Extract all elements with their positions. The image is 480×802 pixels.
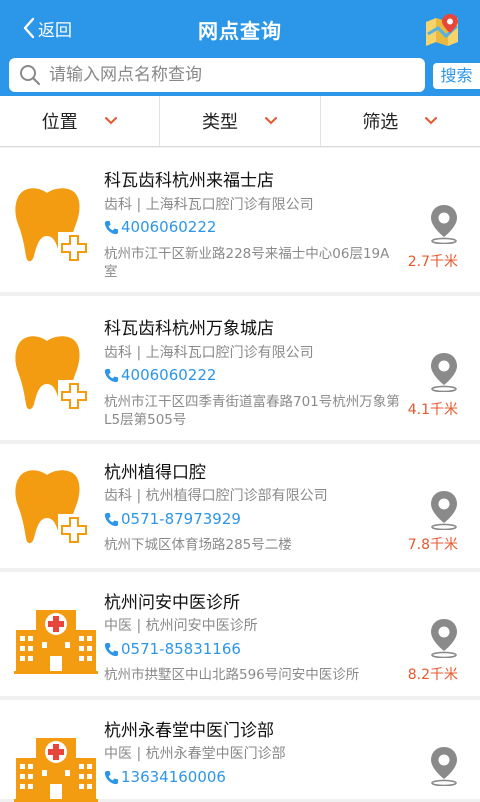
- result-phone[interactable]: 4006060222: [104, 218, 216, 236]
- search-box[interactable]: [9, 58, 425, 92]
- result-name: 科瓦齿科杭州来福士店: [104, 171, 274, 191]
- result-category: 中医 | 杭州问安中医诊所: [104, 618, 258, 634]
- tooth-icon: [14, 186, 90, 268]
- phone-number: 13634160006: [121, 768, 226, 786]
- result-category: 齿科 | 杭州植得口腔门诊部有限公司: [104, 488, 328, 504]
- location-pin-icon[interactable]: [429, 490, 459, 530]
- result-distance: 7.8千米: [407, 537, 458, 553]
- location-pin-icon[interactable]: [429, 746, 459, 786]
- result-phone[interactable]: 0571-85831166: [104, 640, 241, 658]
- result-address: 杭州市拱墅区中山北路596号问安中医诊所: [104, 667, 360, 683]
- top-bar: 返回 网点查询: [0, 0, 480, 56]
- result-item[interactable]: 杭州问安中医诊所 中医 | 杭州问安中医诊所 0571-85831166 杭州市…: [0, 572, 480, 696]
- result-phone[interactable]: 0571-87973929: [104, 510, 241, 528]
- filter-label: 类型: [201, 112, 238, 133]
- result-category: 中医 | 杭州永春堂中医门诊部: [104, 746, 286, 762]
- result-category: 齿科 | 上海科瓦口腔门诊有限公司: [104, 197, 314, 213]
- filter-bar: 位置 类型 筛选: [0, 96, 480, 147]
- phone-number: 0571-87973929: [121, 510, 241, 528]
- result-distance: 8.2千米: [407, 667, 458, 683]
- map-icon[interactable]: [424, 12, 460, 48]
- result-item[interactable]: 科瓦齿科杭州万象城店 齿科 | 上海科瓦口腔门诊有限公司 4006060222 …: [0, 296, 480, 440]
- filter-location[interactable]: 位置: [0, 96, 161, 146]
- chevron-down-icon: [104, 117, 117, 125]
- filter-label: 位置: [41, 112, 78, 133]
- hospital-icon: [14, 604, 98, 674]
- result-distance: 2.7千米: [407, 254, 458, 270]
- page-title: 网点查询: [198, 19, 282, 43]
- chevron-down-icon: [425, 117, 438, 125]
- tooth-icon: [14, 468, 90, 550]
- result-name: 杭州永春堂中医门诊部: [104, 721, 274, 741]
- location-pin-icon[interactable]: [429, 618, 459, 658]
- location-pin-icon[interactable]: [429, 352, 459, 392]
- result-name: 杭州植得口腔: [104, 463, 206, 483]
- phone-icon: [104, 220, 119, 235]
- result-item[interactable]: 科瓦齿科杭州来福士店 齿科 | 上海科瓦口腔门诊有限公司 4006060222 …: [0, 148, 480, 292]
- tooth-icon: [14, 334, 90, 416]
- filter-more[interactable]: 筛选: [321, 96, 480, 146]
- result-distance: 4.1千米: [407, 402, 458, 418]
- phone-icon: [104, 512, 119, 527]
- result-address: 杭州市江干区新业路228号来福士中心06层19A室: [104, 246, 390, 280]
- result-item[interactable]: 杭州植得口腔 齿科 | 杭州植得口腔门诊部有限公司 0571-87973929 …: [0, 444, 480, 568]
- result-phone[interactable]: 4006060222: [104, 366, 216, 384]
- phone-number: 4006060222: [121, 218, 217, 236]
- chevron-down-icon: [264, 117, 277, 125]
- phone-icon: [104, 642, 119, 657]
- search-input[interactable]: [49, 65, 409, 85]
- phone-icon: [104, 770, 119, 785]
- result-name: 科瓦齿科杭州万象城店: [104, 319, 274, 339]
- phone-number: 0571-85831166: [121, 640, 241, 658]
- hospital-icon: [14, 732, 98, 802]
- search-button[interactable]: 搜索: [433, 63, 480, 89]
- search-bar: 搜索: [0, 56, 480, 96]
- location-pin-icon[interactable]: [429, 204, 459, 244]
- filter-label: 筛选: [362, 112, 399, 133]
- filter-type[interactable]: 类型: [160, 96, 321, 146]
- phone-number: 4006060222: [121, 366, 217, 384]
- result-address: 杭州市江干区四季青街道富春路701号杭州万象第L5层第505号: [104, 394, 400, 428]
- search-icon: [20, 65, 41, 86]
- result-category: 齿科 | 上海科瓦口腔门诊有限公司: [104, 345, 314, 361]
- result-item[interactable]: 杭州永春堂中医门诊部 中医 | 杭州永春堂中医门诊部 13634160006: [0, 700, 480, 799]
- result-phone[interactable]: 13634160006: [104, 768, 226, 786]
- result-address: 杭州下城区体育场路285号二楼: [104, 537, 292, 553]
- result-name: 杭州问安中医诊所: [104, 593, 240, 613]
- phone-icon: [104, 368, 119, 383]
